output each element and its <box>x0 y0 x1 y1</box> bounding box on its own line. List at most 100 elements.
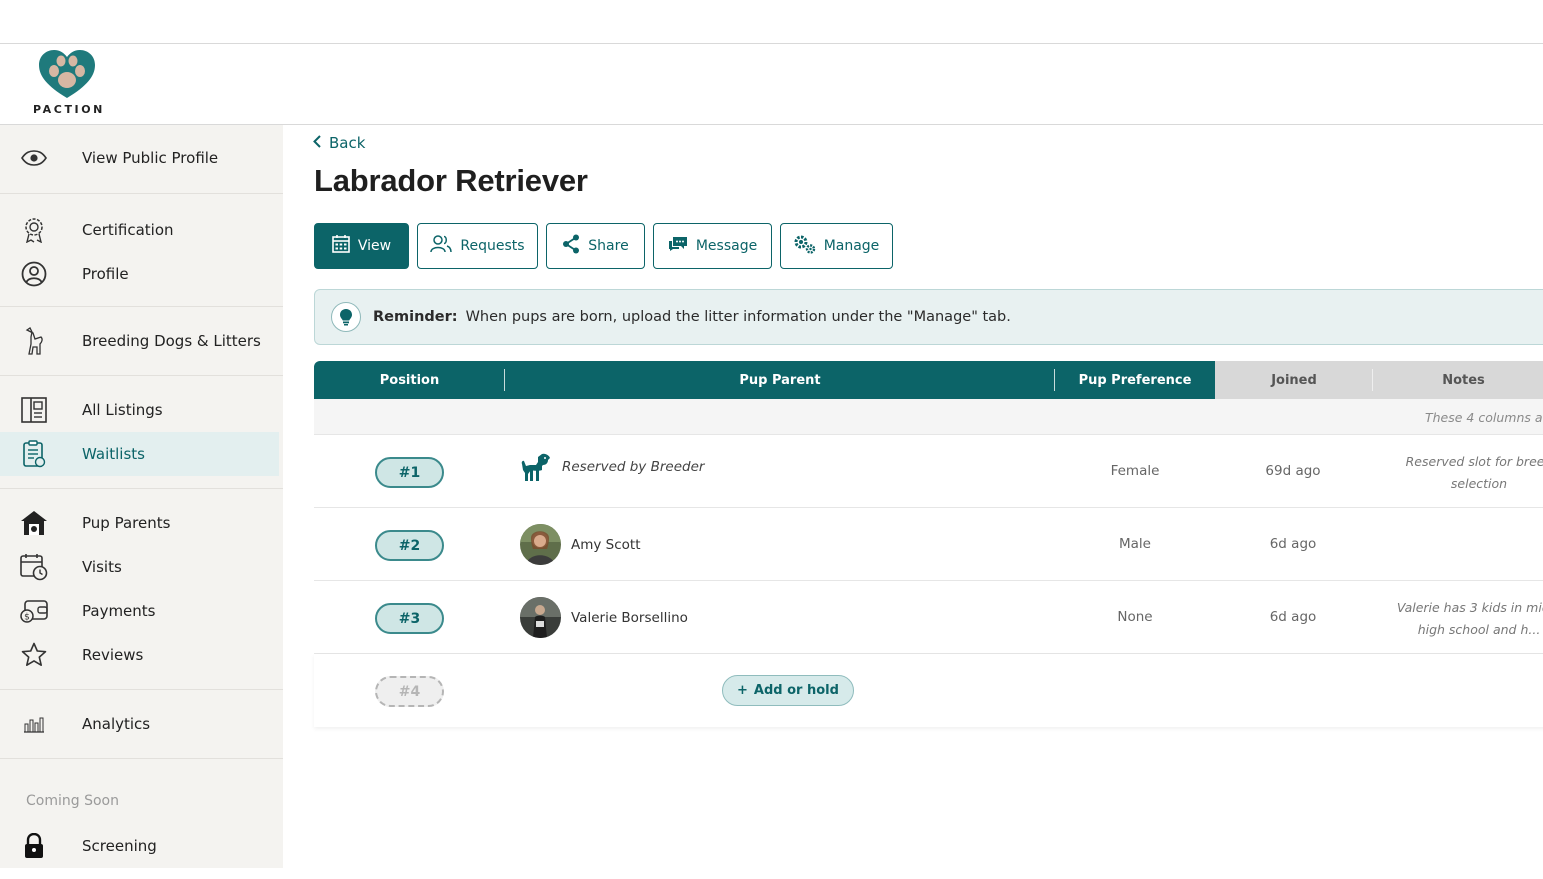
paw-heart-icon <box>39 50 95 98</box>
joined-date: 6d ago <box>1269 609 1317 625</box>
position-badge[interactable]: #2 <box>375 530 444 561</box>
sidebar-item-label: Pup Parents <box>82 514 171 532</box>
notes-line: Reserved slot for breed <box>1405 454 1543 469</box>
back-label: Back <box>329 134 366 152</box>
tab-manage[interactable]: Manage <box>780 223 893 269</box>
pup-preference: Female <box>1110 463 1160 479</box>
bar-chart-icon <box>20 710 48 738</box>
chat-icon <box>668 236 688 256</box>
sidebar-group-coming-soon: Coming Soon Screening <box>0 759 283 879</box>
table-header: Position Pup Parent Pup Preference Joine… <box>314 361 1543 399</box>
tab-requests[interactable]: Requests <box>417 223 538 269</box>
sidebar-item-breeding-dogs-litters[interactable]: Breeding Dogs & Litters <box>0 319 283 363</box>
table-row[interactable]: #3 Valerie Borsellino None 6d ago Valeri… <box>314 581 1543 654</box>
user-circle-icon <box>20 260 48 288</box>
sidebar-item-label: Profile <box>82 265 129 283</box>
sidebar-item-screening[interactable]: Screening <box>0 824 283 868</box>
pup-parent-cell: Reserved by Breeder <box>520 451 704 483</box>
column-header-pup-preference[interactable]: Pup Preference <box>1055 361 1215 399</box>
header-label: Pup Preference <box>1078 372 1192 388</box>
column-header-pup-parent[interactable]: Pup Parent <box>505 361 1055 399</box>
notes-line: high school and h... <box>1417 622 1541 637</box>
table-row-empty-slot: #4 + Add or hold <box>314 654 1543 727</box>
columns-note: These 4 columns a <box>1425 410 1543 425</box>
header-label: Pup Parent <box>739 372 821 388</box>
position-badge[interactable]: #1 <box>375 457 444 488</box>
tab-label: Requests <box>460 238 525 254</box>
tab-share[interactable]: Share <box>546 223 645 269</box>
chevron-left-icon <box>313 134 321 152</box>
sidebar-item-label: Breeding Dogs & Litters <box>82 332 261 350</box>
pup-parent-name[interactable]: Amy Scott <box>571 537 641 553</box>
pup-parent-name: Reserved by Breeder <box>562 459 705 475</box>
svg-text:$: $ <box>24 613 30 623</box>
position-badge-empty: #4 <box>375 676 444 707</box>
avatar <box>520 524 561 565</box>
table-row[interactable]: #1 Reserved by Breeder Female 69d ago Re… <box>314 435 1543 508</box>
house-icon <box>20 509 48 537</box>
sidebar-item-label: View Public Profile <box>82 149 219 167</box>
table-row[interactable]: #2 Amy Scott Male 6d ago <box>314 508 1543 581</box>
sidebar-item-analytics[interactable]: Analytics <box>0 702 283 746</box>
main-content: Back Labrador Retriever View Requests Sh… <box>283 125 1543 868</box>
back-link[interactable]: Back <box>313 134 365 152</box>
sidebar-item-waitlists[interactable]: Waitlists <box>0 432 279 476</box>
sidebar-item-reviews[interactable]: Reviews <box>0 633 283 677</box>
pup-parent-cell: Valerie Borsellino <box>520 597 688 638</box>
column-header-joined[interactable]: Joined <box>1215 361 1373 399</box>
eye-icon <box>20 144 48 172</box>
gears-icon <box>794 234 816 258</box>
sidebar-item-label: Reviews <box>82 646 144 664</box>
add-or-hold-label: Add or hold <box>753 683 839 698</box>
wallet-icon: $ <box>20 597 48 625</box>
tab-label: Message <box>695 238 758 254</box>
page-title: Labrador Retriever <box>314 163 588 198</box>
tab-label: Manage <box>823 238 880 254</box>
action-tabs: View Requests Share Message Manage <box>314 223 893 269</box>
dog-icon <box>20 327 48 355</box>
calendar-clock-icon <box>20 553 48 581</box>
sidebar-item-certification[interactable]: Certification <box>0 208 283 252</box>
share-icon <box>562 234 580 258</box>
tab-message[interactable]: Message <box>653 223 772 269</box>
tab-label: Share <box>588 238 629 254</box>
sidebar-item-all-listings[interactable]: All Listings <box>0 388 283 432</box>
tab-label: View <box>357 238 392 254</box>
sidebar-group-breeding: Breeding Dogs & Litters <box>0 307 283 376</box>
sidebar-item-visits[interactable]: Visits <box>0 545 283 589</box>
sidebar-group-listings: All Listings Waitlists <box>0 376 283 489</box>
column-header-notes[interactable]: Notes <box>1373 361 1543 399</box>
pup-preference: Male <box>1119 536 1151 552</box>
header: PACTION <box>0 44 1543 125</box>
sidebar-item-pup-parents[interactable]: Pup Parents <box>0 501 283 545</box>
add-or-hold-button[interactable]: + Add or hold <box>722 675 854 706</box>
star-icon <box>20 641 48 669</box>
header-label: Notes <box>1442 372 1485 388</box>
notes-cell: Valerie has 3 kids in middl high school … <box>1374 597 1543 641</box>
sidebar-group-public: View Public Profile <box>0 125 283 194</box>
sidebar-item-payments[interactable]: $ Payments <box>0 589 283 633</box>
sidebar-item-label: All Listings <box>82 401 163 419</box>
plus-icon: + <box>737 683 748 698</box>
coming-soon-label: Coming Soon <box>26 793 119 809</box>
column-header-position[interactable]: Position <box>314 361 505 399</box>
position-badge[interactable]: #3 <box>375 603 444 634</box>
users-icon <box>430 235 453 257</box>
notes-line: Valerie has 3 kids in middl <box>1396 600 1543 615</box>
logo-text: PACTION <box>33 103 105 116</box>
sidebar-group-analytics: Analytics <box>0 690 283 759</box>
reminder-banner: Reminder: When pups are born, upload the… <box>314 289 1543 345</box>
sidebar-item-label: Waitlists <box>82 445 145 463</box>
reminder-label: Reminder: <box>373 309 458 325</box>
tab-view[interactable]: View <box>314 223 409 269</box>
pup-parent-name[interactable]: Valerie Borsellino <box>571 610 688 626</box>
notes-cell: Reserved slot for breed selection <box>1374 451 1543 495</box>
sidebar-group-account: Certification Profile <box>0 194 283 307</box>
waitlist-table: Position Pup Parent Pup Preference Joine… <box>314 361 1543 727</box>
lightbulb-icon <box>331 302 361 332</box>
table-note-row: These 4 columns a <box>314 399 1543 435</box>
top-bar <box>0 0 1543 44</box>
paction-logo[interactable]: PACTION <box>30 50 104 116</box>
sidebar-item-view-public-profile[interactable]: View Public Profile <box>0 136 283 180</box>
sidebar-item-profile[interactable]: Profile <box>0 252 283 296</box>
